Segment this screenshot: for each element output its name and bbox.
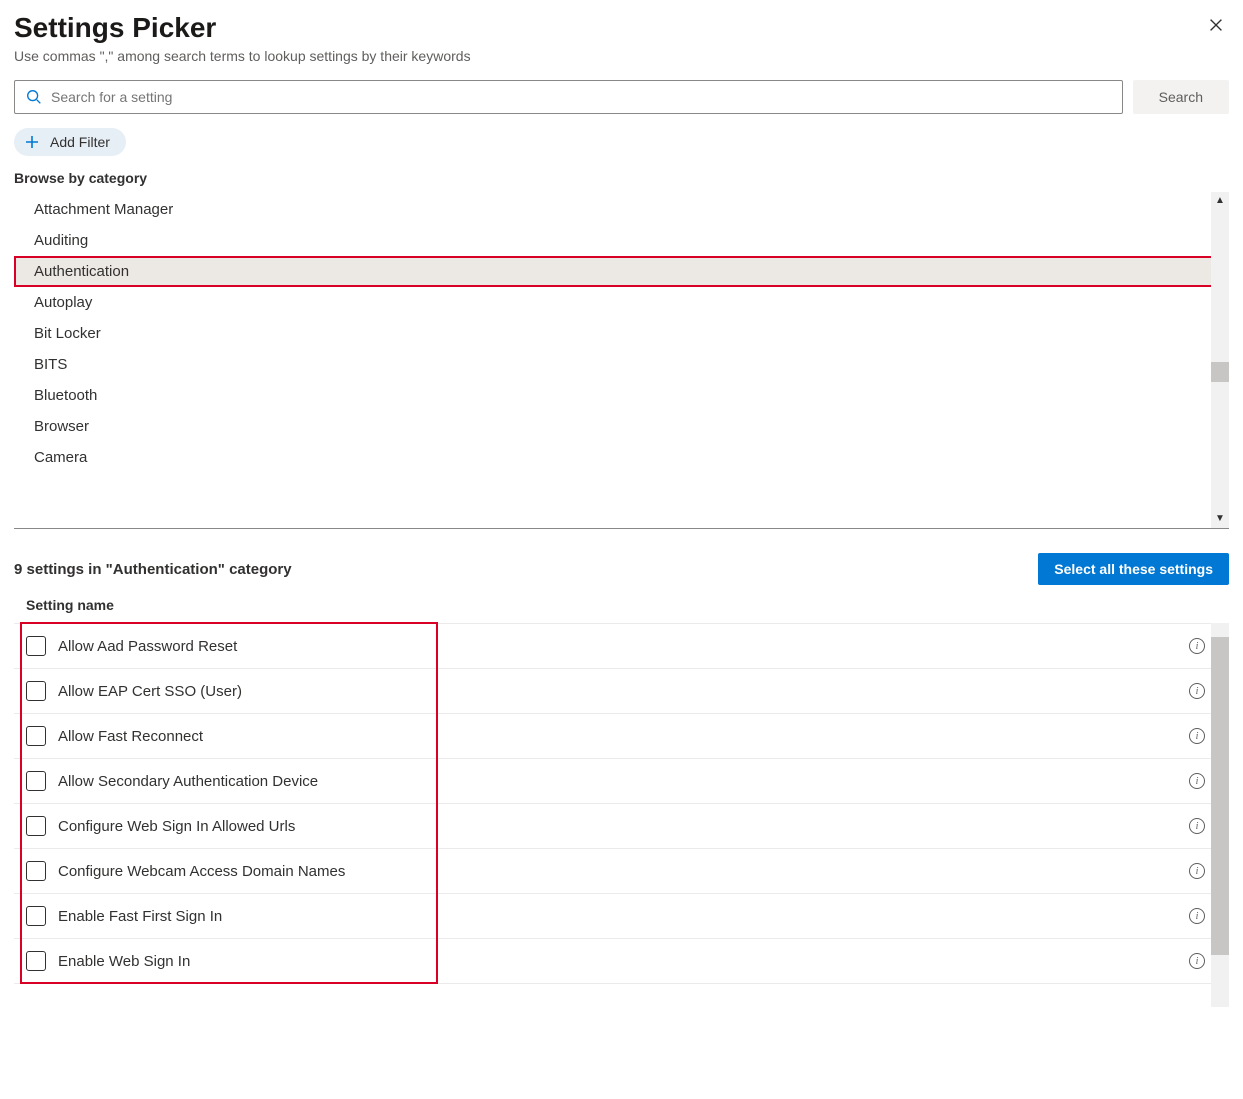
setting-checkbox[interactable] xyxy=(26,636,46,656)
setting-row[interactable]: Allow Secondary Authentication Devicei xyxy=(14,759,1229,804)
setting-checkbox[interactable] xyxy=(26,861,46,881)
setting-checkbox[interactable] xyxy=(26,951,46,971)
setting-name: Configure Webcam Access Domain Names xyxy=(58,863,1189,880)
info-icon[interactable]: i xyxy=(1189,638,1205,654)
close-button[interactable] xyxy=(1203,12,1229,40)
setting-row[interactable]: Allow Aad Password Reseti xyxy=(14,624,1229,669)
setting-name: Allow Secondary Authentication Device xyxy=(58,773,1189,790)
page-subtitle: Use commas "," among search terms to loo… xyxy=(14,48,471,64)
category-scrollbar[interactable]: ▲ ▼ xyxy=(1211,192,1229,528)
info-icon[interactable]: i xyxy=(1189,863,1205,879)
add-filter-label: Add Filter xyxy=(50,134,110,150)
setting-name: Enable Web Sign In xyxy=(58,953,1189,970)
category-item[interactable]: BITS xyxy=(14,349,1229,380)
category-item[interactable]: Bit Locker xyxy=(14,318,1229,349)
select-all-button[interactable]: Select all these settings xyxy=(1038,553,1229,585)
close-icon xyxy=(1207,16,1225,34)
scroll-thumb[interactable] xyxy=(1211,362,1229,382)
info-icon[interactable]: i xyxy=(1189,683,1205,699)
setting-name: Allow Aad Password Reset xyxy=(58,638,1189,655)
results-summary: 9 settings in "Authentication" category xyxy=(14,561,292,578)
scroll-down-icon[interactable]: ▼ xyxy=(1215,989,1225,1007)
category-item[interactable]: Authentication xyxy=(14,256,1229,287)
setting-row[interactable]: Enable Web Sign Ini xyxy=(14,939,1229,984)
settings-list[interactable]: Allow Aad Password ResetiAllow EAP Cert … xyxy=(14,623,1229,1007)
column-header-setting-name: Setting name xyxy=(14,597,1229,623)
search-button[interactable]: Search xyxy=(1133,80,1229,114)
category-list[interactable]: Attachment ManagerAuditingAuthentication… xyxy=(14,192,1229,526)
add-filter-button[interactable]: Add Filter xyxy=(14,128,126,156)
info-icon[interactable]: i xyxy=(1189,773,1205,789)
setting-row[interactable]: Configure Webcam Access Domain Namesi xyxy=(14,849,1229,894)
info-icon[interactable]: i xyxy=(1189,908,1205,924)
scroll-thumb[interactable] xyxy=(1211,637,1229,955)
setting-checkbox[interactable] xyxy=(26,726,46,746)
category-item[interactable]: Bluetooth xyxy=(14,380,1229,411)
page-title: Settings Picker xyxy=(14,12,471,44)
scroll-up-icon[interactable]: ▲ xyxy=(1215,192,1225,210)
setting-row[interactable]: Allow EAP Cert SSO (User)i xyxy=(14,669,1229,714)
category-item[interactable]: Attachment Manager xyxy=(14,194,1229,225)
setting-checkbox[interactable] xyxy=(26,816,46,836)
plus-icon xyxy=(24,134,40,150)
search-input[interactable] xyxy=(51,89,1112,105)
search-icon xyxy=(25,88,43,106)
category-item[interactable]: Autoplay xyxy=(14,287,1229,318)
setting-checkbox[interactable] xyxy=(26,681,46,701)
category-item[interactable]: Camera xyxy=(14,442,1229,473)
browse-label: Browse by category xyxy=(14,170,1229,186)
category-item[interactable]: Auditing xyxy=(14,225,1229,256)
setting-checkbox[interactable] xyxy=(26,771,46,791)
info-icon[interactable]: i xyxy=(1189,953,1205,969)
info-icon[interactable]: i xyxy=(1189,728,1205,744)
setting-row[interactable]: Configure Web Sign In Allowed Urlsi xyxy=(14,804,1229,849)
setting-name: Allow EAP Cert SSO (User) xyxy=(58,683,1189,700)
setting-name: Configure Web Sign In Allowed Urls xyxy=(58,818,1189,835)
scroll-down-icon[interactable]: ▼ xyxy=(1215,510,1225,528)
settings-scrollbar[interactable]: ▲ ▼ xyxy=(1211,623,1229,1007)
setting-checkbox[interactable] xyxy=(26,906,46,926)
info-icon[interactable]: i xyxy=(1189,818,1205,834)
setting-row[interactable]: Allow Fast Reconnecti xyxy=(14,714,1229,759)
setting-row[interactable]: Enable Fast First Sign Ini xyxy=(14,894,1229,939)
search-box[interactable] xyxy=(14,80,1123,114)
setting-name: Allow Fast Reconnect xyxy=(58,728,1189,745)
setting-name: Enable Fast First Sign In xyxy=(58,908,1189,925)
category-item[interactable]: Browser xyxy=(14,411,1229,442)
